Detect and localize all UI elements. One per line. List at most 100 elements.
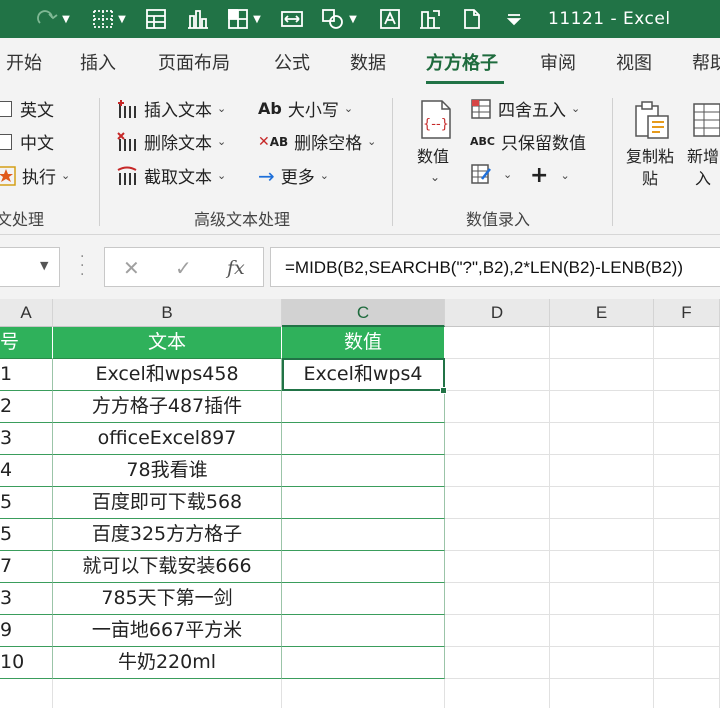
cell-value[interactable] — [282, 647, 445, 679]
grid-cell[interactable] — [654, 487, 720, 519]
grid-cell[interactable] — [445, 487, 550, 519]
tab-help[interactable]: 帮助 — [692, 38, 720, 90]
cell-text[interactable]: officeExcel897 — [53, 423, 282, 455]
shapes-icon[interactable]: ▼ — [316, 0, 362, 38]
cell-value[interactable] — [282, 391, 445, 423]
remove-spaces-button[interactable]: ✕ AB 删除空格 ⌄ — [258, 129, 376, 155]
grid-cell[interactable] — [550, 455, 654, 487]
enter-icon[interactable]: ✓ — [175, 248, 192, 288]
text-box-icon[interactable] — [376, 0, 404, 38]
grid-cell[interactable] — [654, 551, 720, 583]
grid-cell[interactable] — [654, 679, 720, 708]
formula-input[interactable]: =MIDB(B2,SEARCHB("?",B2),2*LEN(B2)-LENB(… — [270, 247, 720, 287]
header-cell-index[interactable]: 号 — [0, 327, 53, 359]
round-button[interactable]: 四舍五入 ⌄ — [470, 96, 580, 121]
tab-formulas[interactable]: 公式 — [274, 38, 310, 90]
add-button[interactable]: + ⌄ — [530, 163, 570, 188]
cell-text[interactable]: 百度325方方格子 — [53, 519, 282, 551]
grid-cell[interactable] — [445, 615, 550, 647]
english-checkbox[interactable]: 英文 — [0, 96, 54, 121]
fit-icon[interactable] — [278, 0, 306, 38]
chinese-checkbox[interactable]: 中文 — [0, 129, 54, 154]
chart-icon[interactable] — [184, 0, 212, 38]
cell-text[interactable]: 785天下第一剑 — [53, 583, 282, 615]
tab-data[interactable]: 数据 — [350, 38, 386, 90]
tab-home[interactable]: 开始 — [6, 38, 42, 90]
delete-text-button[interactable]: 删除文本 ⌄ — [116, 129, 226, 154]
cell-value[interactable] — [282, 551, 445, 583]
grid-cell[interactable] — [654, 423, 720, 455]
grid-cell[interactable] — [654, 359, 720, 391]
extract-text-button[interactable]: 截取文本 ⌄ — [116, 163, 226, 188]
grid-cell[interactable] — [445, 455, 550, 487]
cell-text[interactable]: 方方格子487插件 — [53, 391, 282, 423]
column-header-c[interactable]: C — [282, 299, 445, 327]
numeric-button[interactable]: {--} — [416, 98, 456, 147]
insert-function-icon[interactable]: fx — [227, 248, 245, 288]
copy-paste-button[interactable] — [632, 98, 674, 147]
cell-text[interactable]: 百度即可下载568 — [53, 487, 282, 519]
cell-text[interactable]: 牛奶220ml — [53, 647, 282, 679]
tab-review[interactable]: 审阅 — [540, 38, 576, 90]
tab-page-layout[interactable]: 页面布局 — [158, 38, 230, 90]
grid-cell[interactable] — [445, 519, 550, 551]
cell-text[interactable]: Excel和wps458 — [53, 359, 282, 391]
grid-cell[interactable] — [654, 583, 720, 615]
cell-text[interactable]: 就可以下载安装666 — [53, 551, 282, 583]
grid-cell[interactable] — [550, 359, 654, 391]
case-button[interactable]: Ab 大小写 ⌄ — [258, 96, 353, 121]
cell-index[interactable]: 4 — [0, 455, 53, 487]
grid-cell[interactable] — [445, 327, 550, 359]
borders-icon[interactable]: ▼ — [86, 0, 132, 38]
grid-cell[interactable] — [550, 519, 654, 551]
more-button[interactable]: → 更多 ⌄ — [258, 163, 329, 189]
grid-cell[interactable] — [550, 679, 654, 708]
cell-index[interactable]: 3 — [0, 423, 53, 455]
document-icon[interactable] — [458, 0, 486, 38]
grid-cell[interactable] — [654, 519, 720, 551]
grid-cell[interactable] — [550, 391, 654, 423]
grid-cell[interactable] — [654, 615, 720, 647]
column-header-b[interactable]: B — [53, 299, 282, 327]
grid-cell[interactable] — [550, 487, 654, 519]
cancel-icon[interactable]: ✕ — [123, 248, 140, 288]
grid-cell[interactable] — [550, 327, 654, 359]
grid-cell[interactable] — [654, 327, 720, 359]
header-cell-text[interactable]: 文本 — [53, 327, 282, 359]
grid-cell[interactable] — [445, 551, 550, 583]
keep-numbers-button[interactable]: ABC 只保留数值 — [470, 129, 586, 154]
column-header-a[interactable]: A — [0, 299, 53, 327]
cell-value[interactable] — [282, 583, 445, 615]
grid-cell[interactable] — [445, 391, 550, 423]
cell-index[interactable]: 3 — [0, 583, 53, 615]
new-insert-button[interactable] — [690, 98, 720, 147]
grid-cell[interactable] — [445, 423, 550, 455]
table-format-icon[interactable]: ▼ — [222, 0, 266, 38]
grid-cell[interactable] — [445, 583, 550, 615]
cell-text[interactable]: 一亩地667平方米 — [53, 615, 282, 647]
chart-type-icon[interactable] — [416, 0, 444, 38]
cell-value[interactable] — [282, 455, 445, 487]
grid-cell[interactable] — [445, 647, 550, 679]
grid-cell[interactable] — [550, 647, 654, 679]
cell-index[interactable]: 9 — [0, 615, 53, 647]
column-header-d[interactable]: D — [445, 299, 550, 327]
grid-cell[interactable] — [550, 551, 654, 583]
grid-cell[interactable] — [445, 679, 550, 708]
cell-index[interactable]: 10 — [0, 647, 53, 679]
cell-value[interactable] — [282, 679, 445, 708]
grid-cell[interactable] — [550, 615, 654, 647]
cell-index[interactable]: 7 — [0, 551, 53, 583]
cell-text[interactable]: 78我看谁 — [53, 455, 282, 487]
drag-handle-icon[interactable]: · · · — [80, 250, 85, 282]
cell-index[interactable]: 5 — [0, 487, 53, 519]
cell-value[interactable]: Excel和wps4 — [282, 359, 445, 391]
cell-value[interactable] — [282, 487, 445, 519]
tab-view[interactable]: 视图 — [616, 38, 652, 90]
execute-button[interactable]: 执行 ⌄ — [0, 163, 70, 188]
grid-cell[interactable] — [654, 455, 720, 487]
customize-icon[interactable] — [500, 0, 528, 38]
grid-cell[interactable] — [550, 423, 654, 455]
column-header-e[interactable]: E — [550, 299, 654, 327]
column-header-f[interactable]: F — [654, 299, 720, 327]
